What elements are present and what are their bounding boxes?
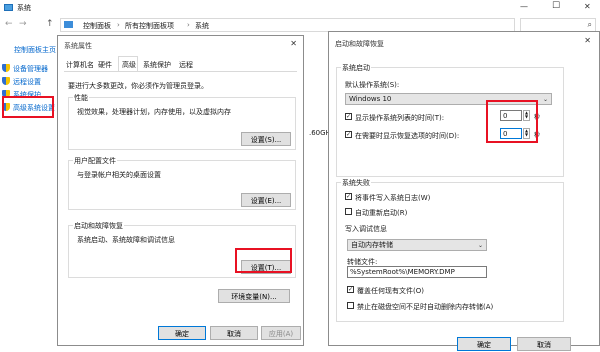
system-failure-group: 系统失败 ✓ 将事件写入系统日志(W) 自动重新启动(R) 写入调试信息 自动内… xyxy=(336,178,564,322)
shield-icon xyxy=(2,77,10,85)
debug-info-value: 自动内存转储 xyxy=(351,241,393,249)
auto-restart-checkbox[interactable] xyxy=(345,208,352,215)
shield-icon xyxy=(2,64,10,72)
show-os-list-checkbox[interactable]: ✓ xyxy=(345,113,352,120)
admin-notice: 要进行大多数更改，你必须作为管理员登录。 xyxy=(68,82,208,90)
startup-dialog-title: 启动和故障恢复 xyxy=(335,40,384,48)
chevron-down-icon: ⌄ xyxy=(542,96,548,103)
highlight-advanced-settings xyxy=(2,96,54,118)
cancel-button[interactable]: 取消 xyxy=(210,326,258,340)
system-properties-dialog: 系统属性 ✕ 计算机名 硬件 高级 系统保护 远程 要进行大多数更改，你必须作为… xyxy=(57,35,304,346)
window-title: 系统 xyxy=(17,4,31,12)
debug-info-title: 写入调试信息 xyxy=(345,225,387,233)
dump-file-input[interactable]: %SystemRoot%\MEMORY.DMP xyxy=(347,266,487,278)
search-icon: ⌕ xyxy=(587,20,592,29)
breadcrumb-all-items[interactable]: 所有控制面板项 xyxy=(125,21,174,31)
disable-auto-delete-label: 禁止在磁盘空间不足时自动删除内存转储(A) xyxy=(357,303,494,311)
startup-ok-button[interactable]: 确定 xyxy=(457,337,511,351)
write-event-label: 将事件写入系统日志(W) xyxy=(355,194,431,202)
close-icon[interactable]: ✕ xyxy=(584,36,591,45)
write-event-checkbox[interactable]: ✓ xyxy=(345,193,352,200)
performance-settings-button[interactable]: 设置(S)... xyxy=(241,132,291,146)
default-os-label: 默认操作系统(S): xyxy=(345,81,400,89)
close-icon[interactable]: ✕ xyxy=(290,39,297,48)
profiles-desc: 与登录帐户相关的桌面设置 xyxy=(77,171,161,179)
breadcrumb-control-panel[interactable]: 控制面板 xyxy=(83,21,111,31)
close-window-button[interactable]: ✕ xyxy=(584,2,591,11)
up-arrow-icon[interactable]: ↑ xyxy=(46,19,54,29)
tab-strip: 计算机名 硬件 高级 系统保护 远程 xyxy=(64,56,297,72)
startup-cancel-button[interactable]: 取消 xyxy=(517,337,571,351)
show-recovery-checkbox[interactable]: ✓ xyxy=(345,131,352,138)
system-app-icon xyxy=(4,4,13,11)
control-panel-icon xyxy=(64,21,73,28)
profiles-settings-button[interactable]: 设置(E)... xyxy=(241,193,291,207)
overwrite-checkbox[interactable]: ✓ xyxy=(347,286,354,293)
sidebar-item-label: 远程设置 xyxy=(13,78,41,86)
tab-advanced-label: 高级 xyxy=(122,61,136,69)
breadcrumb-separator-icon: › xyxy=(187,21,190,29)
breadcrumb-system[interactable]: 系统 xyxy=(195,21,209,31)
highlight-startup-settings xyxy=(235,248,292,273)
tab-hardware[interactable]: 硬件 xyxy=(98,60,112,70)
address-field[interactable]: 控制面板 › 所有控制面板项 › 系统 xyxy=(60,18,515,32)
forward-arrow-icon[interactable]: → xyxy=(19,19,27,29)
dialog-title: 系统属性 xyxy=(64,42,92,50)
title-bar: 系统 — ☐ ✕ xyxy=(0,0,600,16)
performance-group: 性能 视觉效果，处理器计划，内存使用，以及虚拟内存 设置(S)... xyxy=(68,93,296,150)
apply-button[interactable]: 应用(A) xyxy=(261,326,301,340)
chevron-down-icon: ⌄ xyxy=(477,242,483,249)
highlight-time-inputs xyxy=(486,100,538,143)
maximize-button[interactable]: ☐ xyxy=(552,1,560,11)
environment-variables-button[interactable]: 环境变量(N)... xyxy=(218,289,290,303)
sidebar-item-label: 设备管理器 xyxy=(13,65,48,73)
auto-restart-label: 自动重新启动(R) xyxy=(355,209,408,217)
debug-info-select[interactable]: 自动内存转储 ⌄ xyxy=(347,239,487,251)
search-field[interactable]: ⌕ xyxy=(520,18,596,32)
system-failure-title: 系统失败 xyxy=(341,178,371,188)
performance-desc: 视觉效果，处理器计划，内存使用，以及虚拟内存 xyxy=(77,108,231,116)
control-panel-home-link[interactable]: 控制面板主页 xyxy=(14,45,56,55)
tab-system-protection[interactable]: 系统保护 xyxy=(143,60,171,70)
system-startup-title: 系统启动 xyxy=(341,63,371,73)
show-os-list-label: 显示操作系统列表的时间(T): xyxy=(355,114,445,122)
dump-file-value: %SystemRoot%\MEMORY.DMP xyxy=(350,268,455,276)
startup-recovery-dialog: 启动和故障恢复 ✕ 系统启动 默认操作系统(S): Windows 10 ⌄ ✓… xyxy=(328,31,600,351)
user-profiles-group: 用户配置文件 与登录帐户相关的桌面设置 设置(E)... xyxy=(68,156,296,210)
breadcrumb-separator-icon: › xyxy=(117,21,120,29)
minimize-button[interactable]: — xyxy=(520,2,528,11)
tab-remote[interactable]: 远程 xyxy=(179,60,193,70)
back-arrow-icon[interactable]: ← xyxy=(5,19,13,29)
tab-advanced-active[interactable]: 高级 xyxy=(118,56,138,71)
default-os-value: Windows 10 xyxy=(349,95,392,103)
startup-title: 启动和故障恢复 xyxy=(73,221,124,231)
profiles-title: 用户配置文件 xyxy=(73,156,117,166)
overwrite-label: 覆盖任何现有文件(O) xyxy=(357,287,424,295)
startup-desc: 系统启动、系统故障和调试信息 xyxy=(77,236,175,244)
ok-button[interactable]: 确定 xyxy=(158,326,206,340)
performance-title: 性能 xyxy=(73,93,89,103)
disable-auto-delete-checkbox[interactable] xyxy=(347,302,354,309)
show-recovery-label: 在需要时显示恢复选项的时间(D): xyxy=(355,132,460,140)
tab-computer-name[interactable]: 计算机名 xyxy=(66,60,94,70)
